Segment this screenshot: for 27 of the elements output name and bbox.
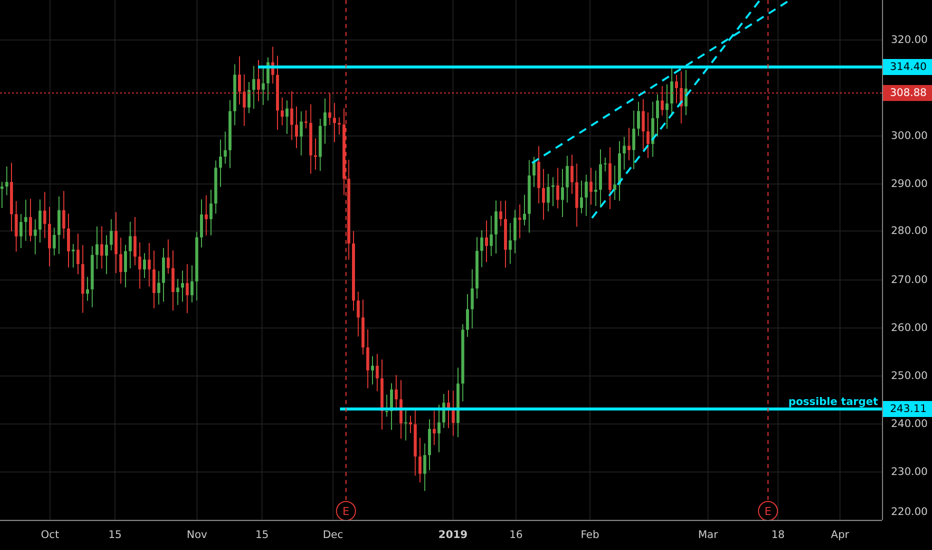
time-axis-label: Oct <box>40 529 60 541</box>
time-axis-label: 15 <box>255 529 269 541</box>
event-marker[interactable]: E <box>336 501 356 520</box>
time-axis-label: Dec <box>322 529 344 541</box>
time-axis-label: Nov <box>186 529 208 541</box>
event-marker[interactable]: E <box>758 501 778 520</box>
price-tag: 314.40 <box>883 59 932 75</box>
price-axis-label: 300.00 <box>891 130 928 142</box>
price-axis-label: 260.00 <box>891 322 928 334</box>
time-axis-label: 2019 <box>438 529 468 541</box>
price-axis-label: 240.00 <box>891 418 928 430</box>
time-axis-label: Feb <box>580 529 600 541</box>
time-axis-label: Mar <box>698 529 718 541</box>
time-axis-label: Apr <box>830 529 850 541</box>
price-axis-label: 290.00 <box>891 178 928 190</box>
price-axis-label: 220.00 <box>891 506 928 518</box>
price-tag: 243.11 <box>883 401 932 417</box>
price-axis-label: 280.00 <box>891 225 928 237</box>
price-axis-label: 230.00 <box>891 466 928 478</box>
time-axis-label: 18 <box>771 529 785 541</box>
price-axis-label: 320.00 <box>891 34 928 46</box>
price-axis-label: 250.00 <box>891 370 928 382</box>
time-axis-label: 16 <box>509 529 523 541</box>
time-axis-label: 15 <box>108 529 122 541</box>
price-tag: 308.88 <box>883 85 932 101</box>
target-annotation: possible target <box>788 396 878 408</box>
price-axis-label: 270.00 <box>891 274 928 286</box>
